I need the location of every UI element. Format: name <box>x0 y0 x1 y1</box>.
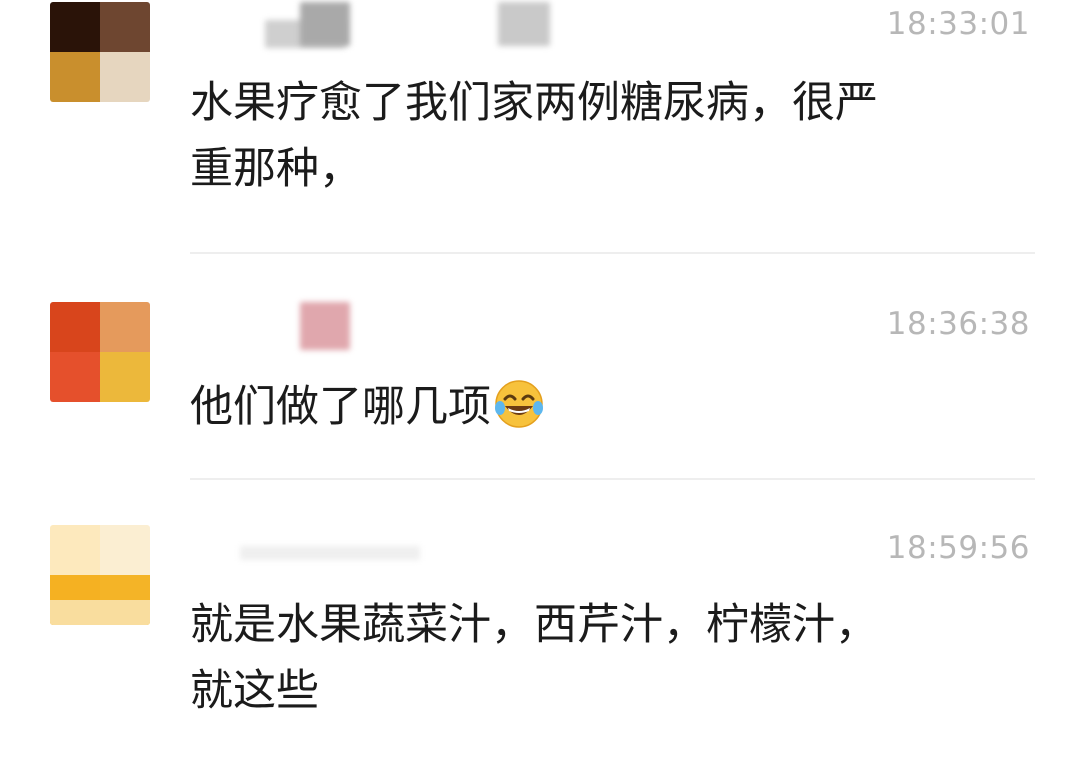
chat-message: 18:36:38 他们做了哪几项 <box>0 290 1080 480</box>
sender-name-blurred <box>300 302 350 350</box>
message-text-line: 水果疗愈了我们家两例糖尿病，很严 <box>190 78 878 128</box>
chat-message: 18:59:56 就是水果蔬菜汁，西芹汁，柠檬汁， 就这些 <box>0 500 1080 770</box>
face-with-tears-of-joy-icon <box>493 378 545 430</box>
message-text[interactable]: 他们做了哪几项 <box>190 374 1030 440</box>
avatar[interactable] <box>50 302 150 402</box>
message-text[interactable]: 水果疗愈了我们家两例糖尿病，很严 重那种， <box>190 70 1030 202</box>
message-text[interactable]: 就是水果蔬菜汁，西芹汁，柠檬汁， 就这些 <box>190 592 1030 724</box>
avatar[interactable] <box>50 525 150 625</box>
message-timestamp: 18:33:01 <box>886 6 1030 42</box>
message-text-line: 重那种， <box>190 144 362 194</box>
sender-name-blurred <box>240 546 420 560</box>
chat-message: 18:33:01 水果疗愈了我们家两例糖尿病，很严 重那种， <box>0 0 1080 250</box>
message-timestamp: 18:36:38 <box>886 306 1030 342</box>
avatar[interactable] <box>50 2 150 102</box>
message-timestamp: 18:59:56 <box>886 530 1030 566</box>
message-divider <box>190 252 1035 254</box>
sender-name-blurred <box>300 2 350 46</box>
message-text-line: 就这些 <box>190 666 319 716</box>
message-divider <box>190 478 1035 480</box>
message-text-line: 就是水果蔬菜汁，西芹汁，柠檬汁， <box>190 600 878 650</box>
chat-view: 18:33:01 水果疗愈了我们家两例糖尿病，很严 重那种， 18:36:38 … <box>0 0 1080 777</box>
sender-name-blurred <box>498 2 550 46</box>
message-text-line: 他们做了哪几项 <box>190 382 491 432</box>
